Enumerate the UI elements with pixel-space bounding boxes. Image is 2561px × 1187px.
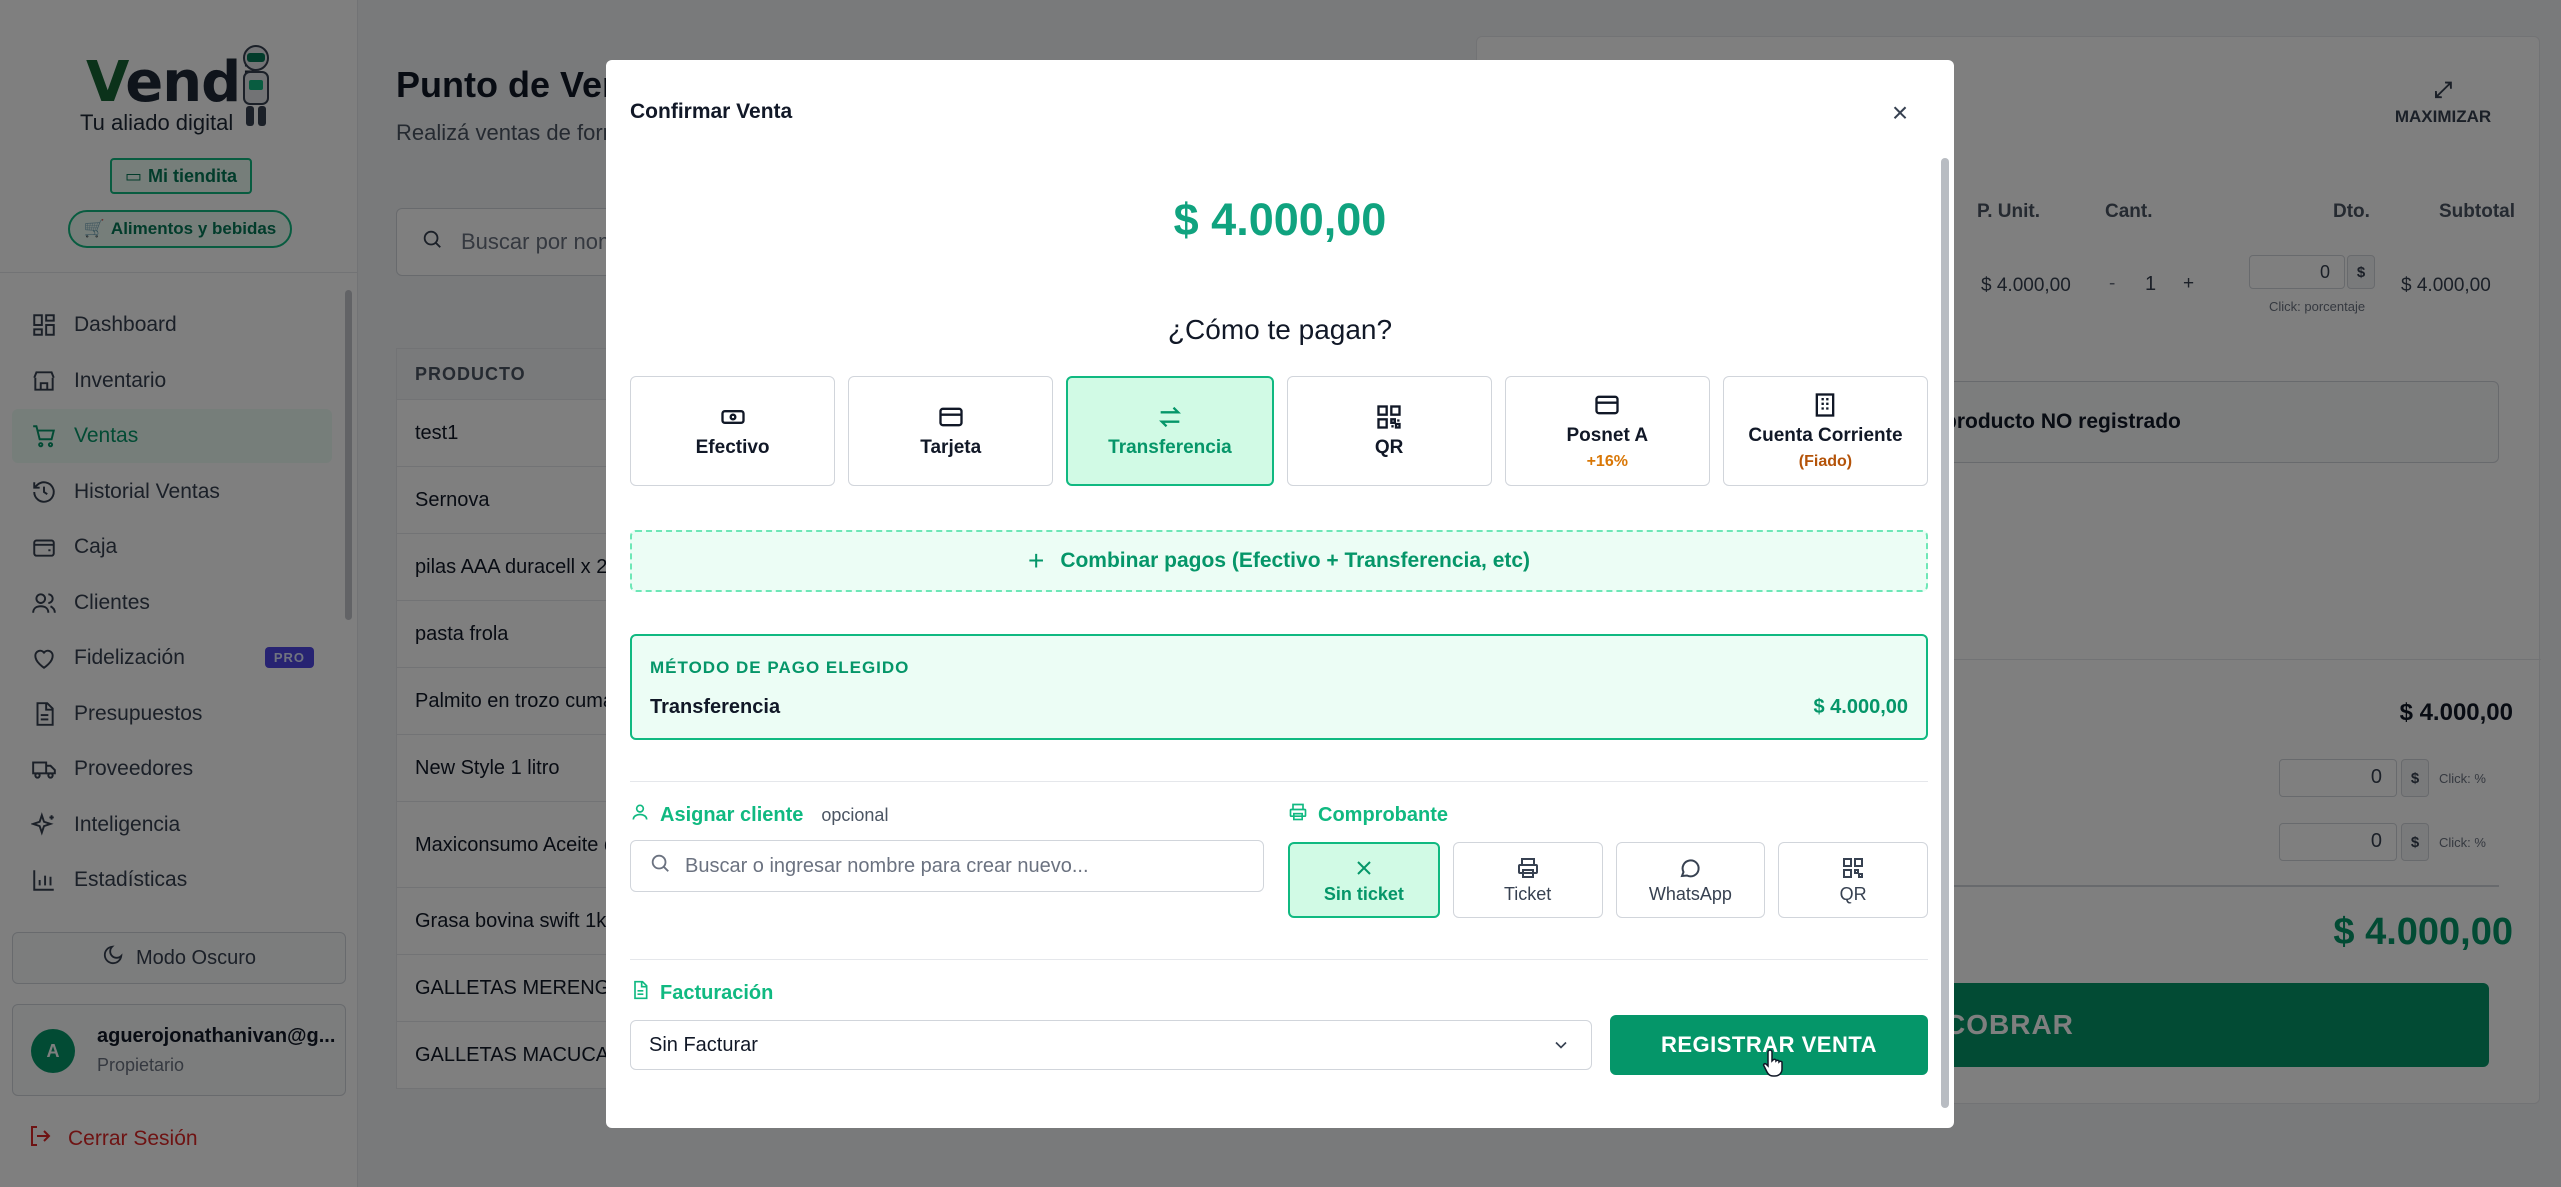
payment-method-cuenta-corriente[interactable]: Cuenta Corriente (Fiado)	[1722, 376, 1929, 486]
sale-amount: $ 4.000,00	[1173, 194, 1387, 245]
payment-method-label: Cuenta Corriente	[1748, 425, 1903, 446]
combine-payments-label: Combinar pagos (Efectivo + Transferencia…	[1060, 549, 1531, 572]
plus-icon: +	[1027, 545, 1045, 576]
qr-icon	[1843, 857, 1864, 878]
section-divider	[630, 781, 1928, 782]
payment-method-label: QR	[1374, 437, 1404, 458]
payment-method-transferencia[interactable]: Transferencia	[1066, 376, 1274, 486]
building-icon	[1816, 393, 1835, 417]
receipt-option-label: WhatsApp	[1648, 883, 1732, 904]
receipt-option-whatsapp[interactable]: WhatsApp	[1615, 842, 1766, 918]
chat-icon	[1680, 858, 1700, 877]
billing-label: Facturación	[630, 980, 773, 1006]
payment-question: ¿Cómo te pagan?	[1167, 314, 1393, 345]
payment-method-label: Tarjeta	[920, 437, 982, 458]
payment-method-label: Posnet A	[1566, 425, 1649, 446]
optional-tag: opcional	[821, 804, 889, 825]
card-icon	[1595, 395, 1619, 415]
scrollbar-thumb[interactable]	[1941, 158, 1949, 1108]
chosen-payment-label: MÉTODO DE PAGO ELEGIDO	[650, 658, 910, 677]
card-icon	[939, 407, 963, 427]
chevron-down-icon	[1555, 1041, 1567, 1049]
combine-payments-button[interactable]: + Combinar pagos (Efectivo + Transferenc…	[630, 530, 1928, 592]
assign-client-label: Asignar cliente opcional	[630, 802, 888, 828]
payment-methods: Efectivo Tarjeta Transferencia QR Posnet…	[630, 376, 1929, 486]
printer-icon	[1288, 802, 1308, 828]
qr-icon	[1377, 405, 1401, 429]
billing-select[interactable]: Sin Facturar	[630, 1020, 1592, 1070]
payment-method-label: Efectivo	[695, 437, 770, 458]
hand-cursor-icon	[1762, 1049, 1783, 1077]
payment-method-tarjeta[interactable]: Tarjeta	[848, 376, 1054, 486]
receipt-option-label: QR	[1839, 883, 1867, 904]
payment-method-qr[interactable]: QR	[1286, 376, 1492, 486]
chosen-payment-name: Transferencia	[650, 696, 781, 718]
transfer-icon	[1158, 406, 1181, 428]
billing-text: Facturación	[660, 981, 774, 1004]
printer-icon	[1517, 857, 1538, 878]
confirm-sale-modal: Confirmar Venta × $ 4.000,00 ¿Cómo te pa…	[606, 60, 1954, 1128]
payment-method-efectivo[interactable]: Efectivo	[630, 376, 836, 486]
close-icon[interactable]: ×	[1886, 99, 1914, 128]
section-divider	[630, 959, 1928, 960]
receipt-option-ticket[interactable]: Ticket	[1452, 842, 1603, 918]
document-icon	[630, 980, 650, 1006]
search-icon	[649, 852, 671, 880]
modal-title: Confirmar Venta	[630, 100, 793, 123]
user-icon	[630, 802, 650, 828]
receipt-label: Comprobante	[1288, 802, 1448, 828]
posnet-surcharge: +16%	[1586, 453, 1628, 470]
cash-icon	[720, 410, 745, 424]
modal-scrollbar[interactable]	[1940, 158, 1950, 1110]
client-search-input[interactable]: Buscar o ingresar nombre para crear nuev…	[630, 840, 1264, 892]
assign-client-text: Asignar cliente	[660, 803, 804, 826]
receipt-option-label: Ticket	[1503, 883, 1552, 904]
billing-selected-value: Sin Facturar	[649, 1033, 758, 1056]
client-search-placeholder: Buscar o ingresar nombre para crear nuev…	[685, 854, 1089, 877]
payment-method-label: Transferencia	[1108, 437, 1232, 458]
fiado-note: (Fiado)	[1798, 453, 1853, 470]
x-icon	[1357, 860, 1371, 875]
receipt-text: Comprobante	[1318, 803, 1448, 826]
chosen-payment-summary: MÉTODO DE PAGO ELEGIDO Transferencia $ 4…	[630, 634, 1928, 740]
receipt-option-sin-ticket[interactable]: Sin ticket	[1288, 842, 1440, 918]
chosen-payment-amount: $ 4.000,00	[1813, 696, 1908, 718]
payment-method-posnet-a[interactable]: Posnet A +16%	[1504, 376, 1710, 486]
receipt-option-qr[interactable]: QR	[1778, 842, 1928, 918]
receipt-option-label: Sin ticket	[1323, 883, 1404, 904]
receipt-options: Sin ticket Ticket WhatsApp QR	[1288, 842, 1928, 918]
